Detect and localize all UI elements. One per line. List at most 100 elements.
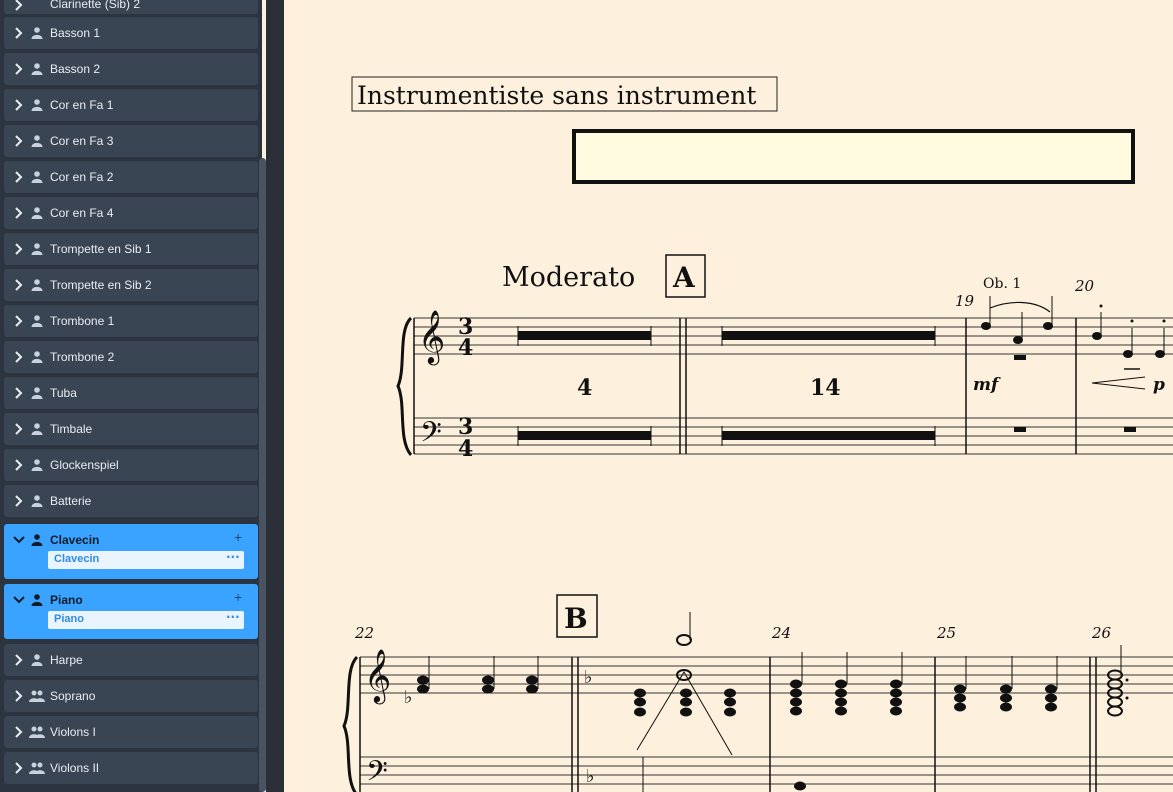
chevron-right-icon[interactable] — [12, 725, 26, 739]
instrument-panel: Clarinette (Sib) 2 Basson 1 Basson 2 Cor e… — [0, 0, 262, 792]
person-icon — [31, 423, 43, 435]
chevron-right-icon[interactable] — [12, 98, 26, 112]
time-sig-den-treble[interactable]: 4 — [458, 335, 473, 361]
instrument-card-clarinette-2[interactable]: Clarinette (Sib) 2 — [4, 0, 258, 14]
chevron-right-icon[interactable] — [12, 314, 26, 328]
multirest-bar[interactable] — [518, 431, 651, 440]
bar-number: 19 — [955, 292, 975, 310]
instrument-label: Batterie — [50, 494, 92, 508]
instrument-card[interactable]: Trompette en Sib 2 — [4, 269, 258, 301]
instrument-card[interactable]: Cor en Fa 4 — [4, 197, 258, 229]
staff-row[interactable]: Clavecin ··· — [48, 550, 244, 569]
dynamic-p[interactable]: p — [1153, 375, 1165, 395]
chevron-right-icon[interactable] — [12, 386, 26, 400]
chevron-right-icon[interactable] — [12, 422, 26, 436]
instrument-card[interactable]: Batterie — [4, 485, 258, 517]
chevron-right-icon[interactable] — [12, 689, 26, 703]
instrument-card-expanded[interactable]: Clavecin + Clavecin ··· — [4, 524, 258, 579]
instrument-card[interactable]: Basson 1 — [4, 17, 258, 49]
chevron-right-icon[interactable] — [12, 62, 26, 76]
decrescendo-hairpin[interactable] — [1091, 376, 1146, 390]
instrument-card[interactable]: Tuba — [4, 377, 258, 409]
add-staff-button[interactable]: + — [234, 589, 242, 605]
group-icon — [29, 762, 45, 774]
instrument-card[interactable]: Glockenspiel — [4, 449, 258, 481]
multirest-bar[interactable] — [722, 331, 935, 340]
person-icon — [31, 534, 43, 546]
multirest-bar[interactable] — [518, 331, 651, 340]
more-options-icon[interactable]: ··· — [226, 610, 240, 624]
instrument-card-expanded[interactable]: Piano + Piano ··· — [4, 584, 258, 639]
svg-text:♭: ♭ — [584, 667, 593, 688]
chevron-down-icon[interactable] — [12, 593, 26, 607]
svg-text:♭: ♭ — [404, 687, 413, 708]
rest[interactable] — [1124, 427, 1136, 432]
add-staff-button[interactable]: + — [234, 529, 242, 545]
instrument-card[interactable]: Trombone 1 — [4, 305, 258, 337]
chevron-right-icon[interactable] — [12, 458, 26, 472]
instrument-label: Trompette en Sib 1 — [50, 242, 152, 256]
piano-brace — [396, 316, 413, 456]
chevron-right-icon[interactable] — [12, 0, 26, 12]
chevron-right-icon[interactable] — [12, 206, 26, 220]
instrument-card[interactable]: Trombone 2 — [4, 341, 258, 373]
staff-row[interactable]: Piano ··· — [48, 610, 244, 629]
bar-number: 22 — [354, 624, 374, 642]
treble-clef-icon: 𝄞 — [364, 648, 391, 704]
chevron-right-icon[interactable] — [12, 761, 26, 775]
multirest-count[interactable]: 14 — [810, 375, 841, 401]
instrument-label: Cor en Fa 3 — [50, 134, 114, 148]
score-title[interactable]: Instrumentiste sans instrument — [357, 81, 756, 110]
instrument-card[interactable]: Harpe — [4, 644, 258, 676]
instrument-label: Clarinette (Sib) 2 — [50, 0, 141, 11]
instrument-card[interactable]: Basson 2 — [4, 53, 258, 85]
chevron-right-icon[interactable] — [12, 653, 26, 667]
sidebar-scrollbar[interactable] — [259, 158, 266, 792]
tempo-marking[interactable]: Moderato — [502, 262, 635, 293]
group-icon — [29, 690, 45, 702]
instrument-label: Basson 2 — [50, 62, 101, 76]
dynamic-mf[interactable]: mf — [973, 375, 1001, 395]
staff-label: Piano — [54, 613, 84, 625]
svg-text:♭: ♭ — [586, 766, 595, 787]
staff-label: Clavecin — [54, 553, 100, 565]
instrument-cue[interactable]: Ob. 1 — [983, 276, 1021, 292]
rehearsal-mark-a[interactable]: A — [672, 261, 696, 294]
instrument-label: Trombone 2 — [50, 350, 115, 364]
more-options-icon[interactable]: ··· — [226, 550, 240, 564]
rehearsal-mark-b[interactable]: B — [564, 602, 588, 635]
chevron-right-icon[interactable] — [12, 494, 26, 508]
chevron-right-icon[interactable] — [12, 170, 26, 184]
chevron-right-icon[interactable] — [12, 26, 26, 40]
instrument-label: Violons II — [50, 761, 100, 775]
instrument-card[interactable]: Timbale — [4, 413, 258, 445]
person-icon — [31, 27, 43, 39]
instrument-card[interactable]: Soprano — [4, 680, 258, 712]
instrument-card[interactable]: Cor en Fa 3 — [4, 125, 258, 157]
chevron-right-icon[interactable] — [12, 242, 26, 256]
chevron-down-icon[interactable] — [12, 533, 26, 547]
chevron-right-icon[interactable] — [12, 134, 26, 148]
bar-number: 25 — [936, 624, 956, 642]
rest[interactable] — [1014, 427, 1026, 432]
instrument-card[interactable]: Violons II — [4, 752, 258, 784]
bass-clef-icon: 𝄢 — [366, 755, 388, 792]
multirest-count[interactable]: 4 — [577, 375, 592, 401]
instrument-label: Violons I — [50, 725, 96, 739]
score-page: Instrumentiste sans instrument Moderato … — [284, 0, 1173, 792]
chevron-right-icon[interactable] — [12, 278, 26, 292]
instrument-card[interactable]: Cor en Fa 2 — [4, 161, 258, 193]
instrument-card[interactable]: Trompette en Sib 1 — [4, 233, 258, 265]
chevron-right-icon[interactable] — [12, 350, 26, 364]
bar-number: 20 — [1074, 277, 1095, 295]
instrument-label: Timbale — [50, 422, 93, 436]
group-icon — [29, 726, 45, 738]
instrument-label: Clavecin — [50, 533, 100, 547]
rest[interactable] — [1014, 355, 1026, 360]
person-icon — [31, 243, 43, 255]
empty-text-frame[interactable] — [572, 129, 1135, 184]
instrument-card[interactable]: Violons I — [4, 716, 258, 748]
instrument-card[interactable]: Cor en Fa 1 — [4, 89, 258, 121]
multirest-bar[interactable] — [722, 431, 935, 440]
time-sig-den-bass[interactable]: 4 — [458, 436, 473, 462]
